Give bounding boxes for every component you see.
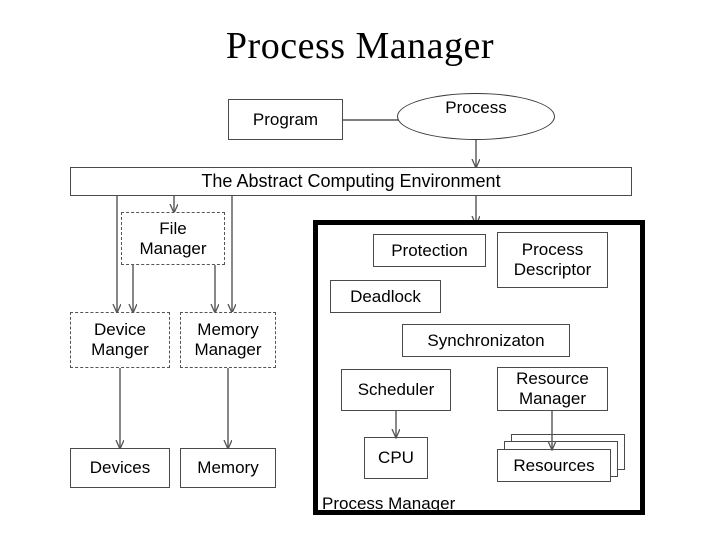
node-cpu-label: CPU xyxy=(378,448,414,467)
diagram-canvas: Process Manager Program Process The Abst… xyxy=(0,0,720,540)
node-memory-manager-label-line2: Manager xyxy=(194,340,262,359)
node-device-manager-label-line2: Manger xyxy=(91,340,149,359)
node-file-manager-label-line2: Manager xyxy=(139,238,207,258)
node-memory[interactable]: Memory xyxy=(180,448,276,488)
node-protection-label: Protection xyxy=(391,240,468,260)
node-memory-manager[interactable]: Memory Manager xyxy=(180,312,276,368)
node-file-manager[interactable]: File Manager xyxy=(121,212,225,265)
node-process-descriptor-label-line2: Descriptor xyxy=(513,260,592,279)
node-resource-manager-label-line2: Manager xyxy=(518,389,587,408)
process-manager-panel-label: Process Manager xyxy=(322,494,456,513)
node-memory-manager-label-line1: Memory xyxy=(197,320,259,339)
node-protection[interactable]: Protection xyxy=(373,234,486,267)
ace-bar-label: The Abstract Computing Environment xyxy=(201,171,501,191)
node-process-descriptor[interactable]: Process Descriptor xyxy=(497,232,608,288)
node-device-manager[interactable]: Device Manger xyxy=(70,312,170,368)
node-synchronization[interactable]: Synchronizaton xyxy=(402,324,570,357)
page-title: Process Manager xyxy=(225,25,495,67)
node-deadlock[interactable]: Deadlock xyxy=(330,280,441,313)
node-synchronization-label: Synchronizaton xyxy=(427,330,545,350)
node-memory-label: Memory xyxy=(197,458,259,477)
node-scheduler-label: Scheduler xyxy=(357,380,435,399)
node-scheduler[interactable]: Scheduler xyxy=(341,369,451,411)
node-resource-manager-label-line1: Resource xyxy=(516,369,589,388)
node-program-label: Program xyxy=(252,109,319,129)
node-resource-manager[interactable]: Resource Manager xyxy=(497,367,608,411)
node-device-manager-label-line1: Device xyxy=(94,320,146,339)
node-program[interactable]: Program xyxy=(228,99,343,140)
node-process-label: Process xyxy=(445,98,507,117)
node-devices-label: Devices xyxy=(89,458,151,477)
node-resources[interactable]: Resources xyxy=(497,449,611,482)
node-devices[interactable]: Devices xyxy=(70,448,170,488)
node-process[interactable]: Process xyxy=(397,93,555,140)
node-abstract-computing-environment[interactable]: The Abstract Computing Environment xyxy=(70,167,632,196)
node-deadlock-label: Deadlock xyxy=(350,286,421,306)
node-file-manager-label-line1: File xyxy=(159,218,187,238)
node-cpu[interactable]: CPU xyxy=(364,437,428,479)
node-process-descriptor-label-line1: Process xyxy=(521,240,584,259)
node-resources-label: Resources xyxy=(513,455,595,475)
